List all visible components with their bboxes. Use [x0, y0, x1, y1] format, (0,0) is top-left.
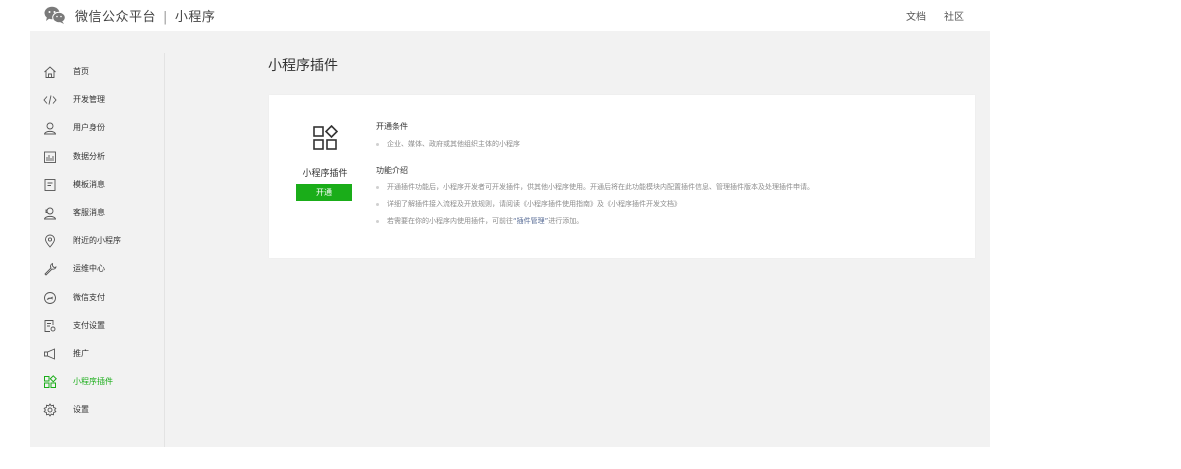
sidebar-item-label: 模板消息 — [73, 179, 105, 189]
sidebar-menu: 首页 开发管理 用户身份 数据分析 模板消息 客服消息 附近的小程序 运维中心 … — [30, 58, 164, 424]
sidebar-item-label: 推广 — [73, 348, 89, 358]
plugin-large-icon — [312, 124, 339, 151]
sidebar-item-label: 用户身份 — [73, 123, 105, 133]
gear-icon — [43, 403, 57, 418]
brand-title[interactable]: 微信公众平台 | 小程序 — [75, 6, 215, 25]
enable-plugin-button[interactable]: 开通 — [296, 184, 352, 201]
bullet-dot — [376, 185, 379, 189]
wechat-pay-icon — [43, 291, 57, 305]
home-icon — [43, 65, 57, 79]
bullet-dot — [376, 142, 379, 146]
code-icon — [43, 93, 57, 107]
sidebar-item-label: 支付设置 — [73, 320, 105, 330]
sidebar-item-payment-settings[interactable]: 支付设置 — [30, 312, 164, 340]
conditions-title: 开通条件 — [376, 122, 408, 131]
sidebar-item-data-analysis[interactable]: 数据分析 — [30, 143, 164, 171]
customer-service-icon — [43, 206, 57, 220]
sidebar-divider — [164, 53, 165, 447]
intro-item: 开通插件功能后，小程序开发者可开发插件，供其他小程序使用。开通后将在此功能模块内… — [376, 182, 814, 192]
plugin-management-link[interactable]: “插件管理” — [513, 217, 548, 225]
intro-text-suffix: 进行添加。 — [548, 217, 584, 225]
intro-text: 详细了解插件接入流程及开放规则，请阅读《小程序插件使用指南》及《小程序插件开发文… — [387, 200, 681, 208]
sidebar-item-label: 微信支付 — [73, 292, 105, 302]
plugin-name: 小程序插件 — [302, 169, 348, 179]
brand-product: 小程序 — [174, 10, 216, 25]
sidebar-item-label: 附近的小程序 — [73, 236, 121, 246]
condition-item: 企业、媒体、政府或其他组织主体的小程序 — [376, 139, 520, 149]
sidebar-item-promotion[interactable]: 推广 — [30, 340, 164, 368]
intro-text-prefix: 若需要在你的小程序内使用插件，可前往 — [387, 217, 513, 225]
intro-item: 若需要在你的小程序内使用插件，可前往“插件管理”进行添加。 — [376, 216, 583, 226]
intro-title: 功能介绍 — [376, 166, 408, 175]
plugin-icon — [43, 375, 57, 389]
megaphone-icon — [43, 347, 57, 361]
condition-text: 企业、媒体、政府或其他组织主体的小程序 — [387, 140, 520, 148]
brand-name: 微信公众平台 — [75, 10, 157, 25]
location-pin-icon — [43, 234, 57, 248]
sidebar-item-customer-service[interactable]: 客服消息 — [30, 199, 164, 227]
sidebar-item-label: 运维中心 — [73, 264, 105, 274]
community-link[interactable]: 社区 — [944, 12, 964, 23]
main-panel: 首页 开发管理 用户身份 数据分析 模板消息 客服消息 附近的小程序 运维中心 … — [30, 31, 990, 447]
sidebar-item-label: 客服消息 — [73, 207, 105, 217]
sidebar-item-miniprogram-plugin[interactable]: 小程序插件 — [30, 368, 164, 396]
sidebar-item-template-message[interactable]: 模板消息 — [30, 171, 164, 199]
top-links: 文档 社区 — [888, 8, 964, 23]
sidebar-item-user-identity[interactable]: 用户身份 — [30, 114, 164, 142]
sidebar-item-label: 数据分析 — [73, 151, 105, 161]
document-icon — [43, 178, 57, 192]
plugin-card: 小程序插件 开通 开通条件 企业、媒体、政府或其他组织主体的小程序 功能介绍 开… — [269, 95, 975, 258]
intro-item: 详细了解插件接入流程及开放规则，请阅读《小程序插件使用指南》及《小程序插件开发文… — [376, 199, 681, 209]
page-title: 小程序插件 — [268, 58, 338, 74]
sidebar-item-label: 小程序插件 — [73, 377, 113, 387]
chart-icon — [43, 150, 57, 164]
sidebar-item-dev-management[interactable]: 开发管理 — [30, 86, 164, 114]
bullet-dot — [376, 202, 379, 206]
sidebar-item-wechat-pay[interactable]: 微信支付 — [30, 284, 164, 312]
sidebar-item-label: 设置 — [73, 405, 89, 415]
user-icon — [43, 121, 57, 135]
intro-text: 开通插件功能后，小程序开发者可开发插件，供其他小程序使用。开通后将在此功能模块内… — [387, 183, 814, 191]
docs-link[interactable]: 文档 — [906, 12, 926, 23]
sidebar-item-settings[interactable]: 设置 — [30, 396, 164, 424]
wechat-logo-icon[interactable] — [44, 6, 66, 24]
sidebar-item-home[interactable]: 首页 — [30, 58, 164, 86]
top-header: 微信公众平台 | 小程序 文档 社区 — [0, 0, 1181, 31]
payment-settings-icon — [43, 319, 57, 333]
sidebar-item-ops-center[interactable]: 运维中心 — [30, 255, 164, 283]
bullet-dot — [376, 219, 379, 223]
brand-separator: | — [163, 10, 168, 25]
sidebar-item-label: 开发管理 — [73, 95, 105, 105]
sidebar-item-label: 首页 — [73, 67, 89, 76]
wrench-icon — [43, 262, 57, 276]
sidebar-item-nearby-miniprogram[interactable]: 附近的小程序 — [30, 227, 164, 255]
